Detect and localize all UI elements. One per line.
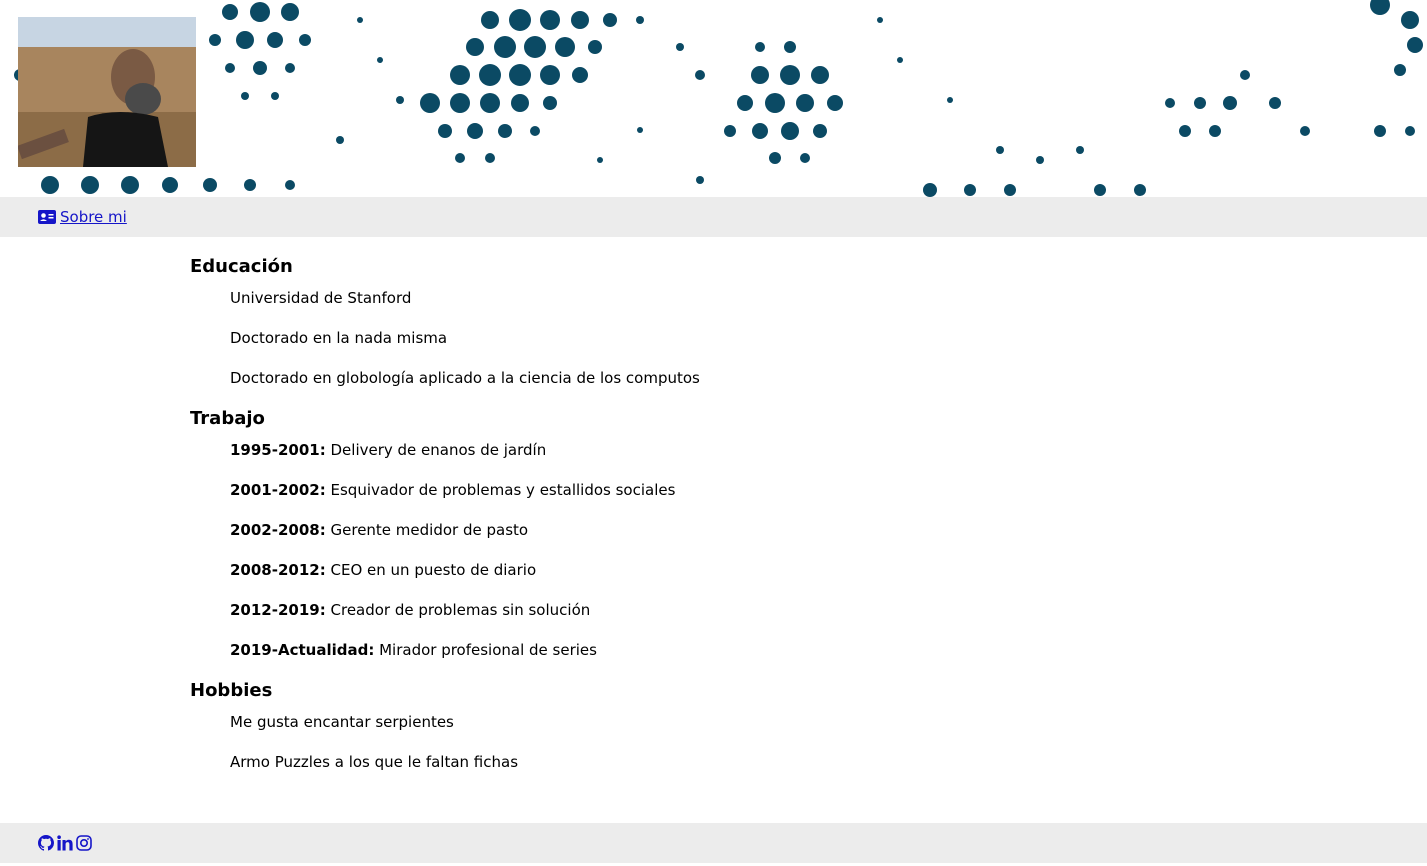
hobbies-section: Hobbies Me gusta encantar serpientes Arm… — [190, 680, 1427, 782]
list-item: Armo Puzzles a los que le faltan fichas — [230, 753, 519, 771]
work-section: Trabajo 1995-2001: Delivery de enanos de… — [190, 408, 1427, 670]
id-card-icon — [38, 210, 56, 224]
section-title: Hobbies — [190, 680, 273, 701]
github-icon — [38, 835, 54, 851]
work-description: Mirador profesional de series — [374, 641, 597, 659]
work-period: 2002-2008: — [230, 521, 326, 539]
github-link[interactable] — [38, 835, 54, 851]
section-title: Educación — [190, 256, 293, 277]
list-item: Universidad de Stanford — [230, 289, 412, 307]
list-item: 2002-2008: Gerente medidor de pasto — [230, 510, 1427, 550]
work-description: Esquivador de problemas y estallidos soc… — [325, 481, 676, 499]
header-banner — [0, 0, 1427, 197]
list-item: Me gusta encantar serpientes — [230, 713, 454, 731]
nav-link-about[interactable]: Sobre mi — [38, 208, 127, 226]
list-item: 2019-Actualidad: Mirador profesional de … — [230, 630, 1427, 670]
list-item: Doctorado en globología aplicado a la ci… — [230, 369, 700, 387]
work-period: 2008-2012: — [230, 561, 326, 579]
work-description: CEO en un puesto de diario — [325, 561, 537, 579]
list-item: 2008-2012: CEO en un puesto de diario — [230, 550, 1427, 590]
profile-photo — [18, 17, 196, 167]
instagram-link[interactable] — [76, 835, 92, 851]
halftone-pattern — [14, 0, 1423, 197]
section-title: Trabajo — [190, 408, 265, 429]
work-period: 2012-2019: — [230, 601, 326, 619]
list-item: 1995-2001: Delivery de enanos de jardín — [230, 430, 1427, 470]
nav-link-about-label: Sobre mi — [60, 208, 127, 226]
education-section: Educación Universidad de Stanford Doctor… — [190, 256, 1427, 398]
footer-social-bar — [0, 823, 1427, 863]
work-description: Gerente medidor de pasto — [325, 521, 529, 539]
linkedin-icon — [57, 835, 73, 851]
linkedin-link[interactable] — [57, 835, 73, 851]
list-item: Doctorado en la nada misma — [230, 329, 448, 347]
work-description: Creador de problemas sin solución — [325, 601, 591, 619]
work-period: 1995-2001: — [230, 441, 326, 459]
instagram-icon — [76, 835, 92, 851]
list-item: 2001-2002: Esquivador de problemas y est… — [230, 470, 1427, 510]
list-item: 2012-2019: Creador de problemas sin solu… — [230, 590, 1427, 630]
top-nav: Sobre mi — [0, 197, 1427, 237]
work-description: Delivery de enanos de jardín — [325, 441, 547, 459]
work-period: 2001-2002: — [230, 481, 326, 499]
resume-content: Educación Universidad de Stanford Doctor… — [0, 237, 1427, 823]
work-period: 2019-Actualidad: — [230, 641, 375, 659]
